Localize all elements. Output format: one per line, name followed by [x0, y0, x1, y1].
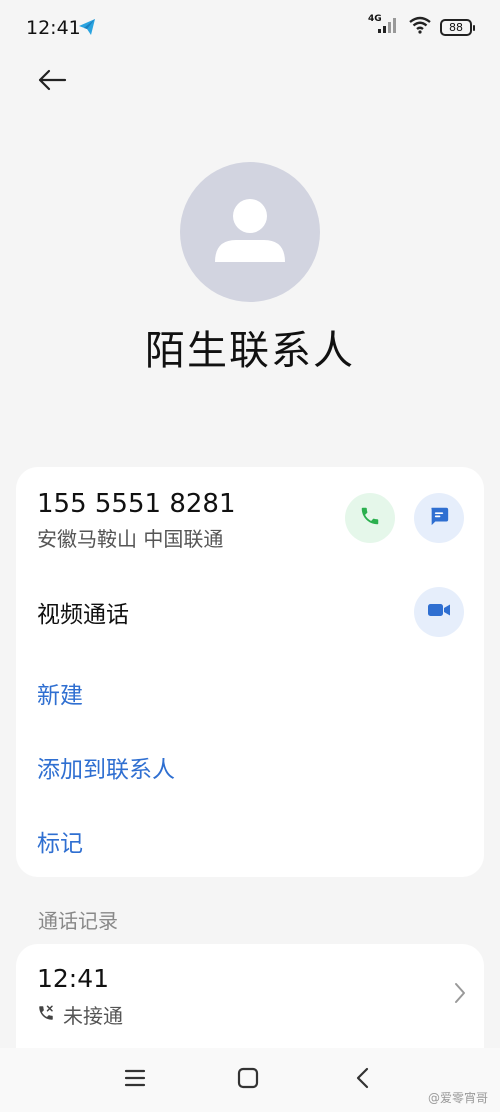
- signal-icon: 4G: [368, 14, 400, 38]
- phone-number[interactable]: 155 5551 8281: [37, 489, 236, 519]
- contact-details-card: 155 5551 8281 安徽马鞍山 中国联通 视频通话 新建 添加到联系人 …: [16, 467, 484, 877]
- back-button[interactable]: [34, 64, 70, 100]
- phone-location: 安徽马鞍山 中国联通: [37, 527, 224, 551]
- system-back-button[interactable]: [348, 1066, 376, 1094]
- video-call-button[interactable]: [414, 587, 464, 637]
- back-chevron-icon: [355, 1067, 369, 1093]
- message-icon: [428, 505, 450, 531]
- call-button[interactable]: [345, 493, 395, 543]
- menu-icon: [124, 1068, 146, 1092]
- missed-call-icon: [37, 1004, 55, 1026]
- phone-icon: [359, 505, 381, 531]
- contact-name: 陌生联系人: [145, 328, 355, 374]
- contact-avatar: [180, 162, 320, 302]
- add-to-contacts-link[interactable]: 添加到联系人: [37, 750, 175, 784]
- new-contact-link[interactable]: 新建: [37, 676, 83, 710]
- call-status-row: 未接通: [37, 1000, 123, 1029]
- video-call-label[interactable]: 视频通话: [37, 595, 129, 629]
- status-icons: 4G 88: [368, 14, 475, 38]
- network-type: 4G: [368, 14, 382, 24]
- call-log-entry[interactable]: 12:41 未接通: [16, 944, 484, 1064]
- wifi-icon: [408, 16, 432, 38]
- home-button[interactable]: [234, 1066, 262, 1094]
- menu-button[interactable]: [121, 1066, 149, 1094]
- battery-indicator: 88: [440, 18, 475, 36]
- home-square-icon: [237, 1067, 259, 1093]
- message-button[interactable]: [414, 493, 464, 543]
- mark-number-link[interactable]: 标记: [37, 824, 83, 858]
- call-time: 12:41: [37, 964, 110, 993]
- call-log-title: 通话记录: [38, 909, 118, 933]
- person-silhouette-icon: [180, 199, 320, 302]
- video-camera-icon: [427, 601, 451, 623]
- system-nav-bar: @爱零宵哥: [0, 1048, 500, 1112]
- status-bar: 12:41 4G 88: [0, 0, 500, 58]
- arrow-left-icon: [37, 69, 67, 95]
- telegram-plane-icon: [78, 18, 96, 40]
- call-status: 未接通: [63, 1004, 123, 1028]
- watermark: @爱零宵哥: [427, 1091, 488, 1105]
- chevron-right-icon: [454, 982, 466, 1008]
- status-time: 12:41: [26, 17, 81, 39]
